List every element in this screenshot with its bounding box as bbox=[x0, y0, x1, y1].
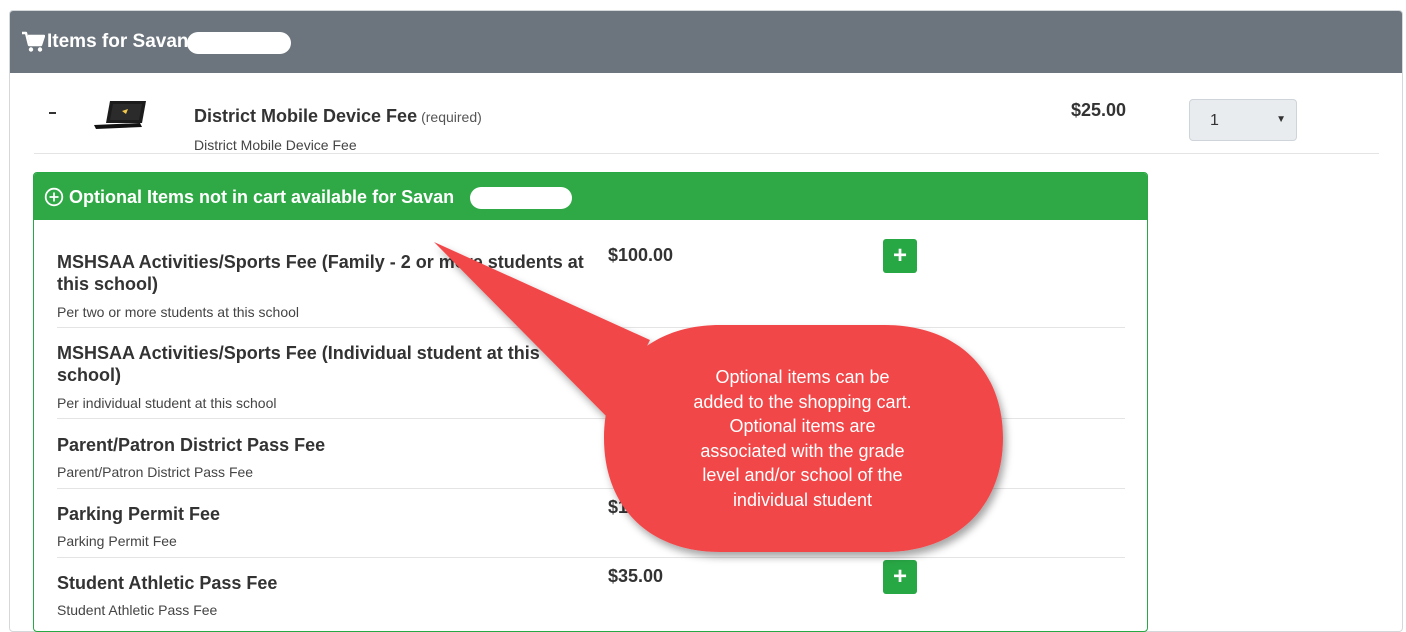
optional-item-price: $ bbox=[608, 336, 619, 356]
cart-item-description: District Mobile Device Fee bbox=[194, 137, 357, 153]
optional-item-description: Parking Permit Fee bbox=[57, 533, 177, 549]
optional-items-title: Optional Items not in cart available for… bbox=[69, 187, 455, 207]
callout-line: individual student bbox=[732, 489, 873, 510]
optional-item-description: Per two or more students at this school bbox=[57, 304, 299, 320]
collapse-dash-icon[interactable] bbox=[49, 112, 56, 114]
chevron-down-icon: ▼ bbox=[1276, 114, 1286, 125]
quantity-value: 1 bbox=[1210, 112, 1219, 129]
optional-item-name: MSHSAA Activities/Sports Fee (Individual… bbox=[57, 343, 540, 385]
optional-item-row: MSHSAA Activities/Sports Fee (Family - 2… bbox=[57, 239, 1125, 328]
optional-item-description: Per individual student at this school bbox=[57, 395, 277, 411]
optional-item-name: MSHSAA Activities/Sports Fee (Family - 2… bbox=[57, 252, 584, 294]
optional-item-description: Parent/Patron District Pass Fee bbox=[57, 464, 254, 480]
optional-items-panel: Optional Items not in cart available for… bbox=[33, 172, 1148, 632]
cart-item-name-text: District Mobile Device Fee bbox=[194, 106, 418, 126]
optional-item-price: $1 bbox=[608, 497, 629, 517]
redaction-mark bbox=[187, 32, 291, 54]
required-label: (required) bbox=[421, 109, 482, 125]
redaction-mark bbox=[470, 187, 572, 209]
optional-items-header[interactable]: Optional Items not in cart available for… bbox=[34, 173, 1147, 220]
cart-item-price: $25.00 bbox=[1071, 100, 1127, 120]
callout-line: added to the shopping cart. bbox=[693, 391, 912, 412]
panel-header: Items for Savan bbox=[10, 11, 1402, 73]
optional-item-name: Parking Permit Fee bbox=[57, 504, 221, 524]
optional-item-row: Student Athletic Pass Fee Student Athlet… bbox=[57, 560, 1125, 631]
add-item-button[interactable]: + bbox=[883, 239, 917, 273]
callout-line: level and/or school of the bbox=[702, 465, 903, 485]
plus-circle-icon bbox=[44, 187, 64, 207]
optional-item-name: Parent/Patron District Pass Fee bbox=[57, 435, 326, 455]
cart-item-row: District Mobile Device Fee (required) Dis… bbox=[34, 89, 1379, 154]
callout-line: associated with the grade bbox=[700, 440, 905, 461]
optional-item-price: $35.00 bbox=[608, 566, 664, 586]
cart-item-name: District Mobile Device Fee (required) bbox=[194, 106, 482, 127]
callout-line: Optional items are bbox=[729, 416, 876, 436]
optional-item-price: $100.00 bbox=[608, 245, 674, 265]
callout-text: Optional items can be added to the shopp… bbox=[640, 365, 965, 512]
laptop-icon bbox=[94, 101, 146, 129]
shopping-cart-icon bbox=[22, 31, 45, 52]
optional-item-name: Student Athletic Pass Fee bbox=[57, 573, 278, 593]
callout-line: Optional items can be bbox=[715, 367, 890, 387]
panel-title: Items for Savan bbox=[47, 31, 189, 52]
quantity-select[interactable]: 1 ▼ bbox=[1189, 99, 1297, 141]
add-item-button[interactable]: + bbox=[883, 560, 917, 594]
